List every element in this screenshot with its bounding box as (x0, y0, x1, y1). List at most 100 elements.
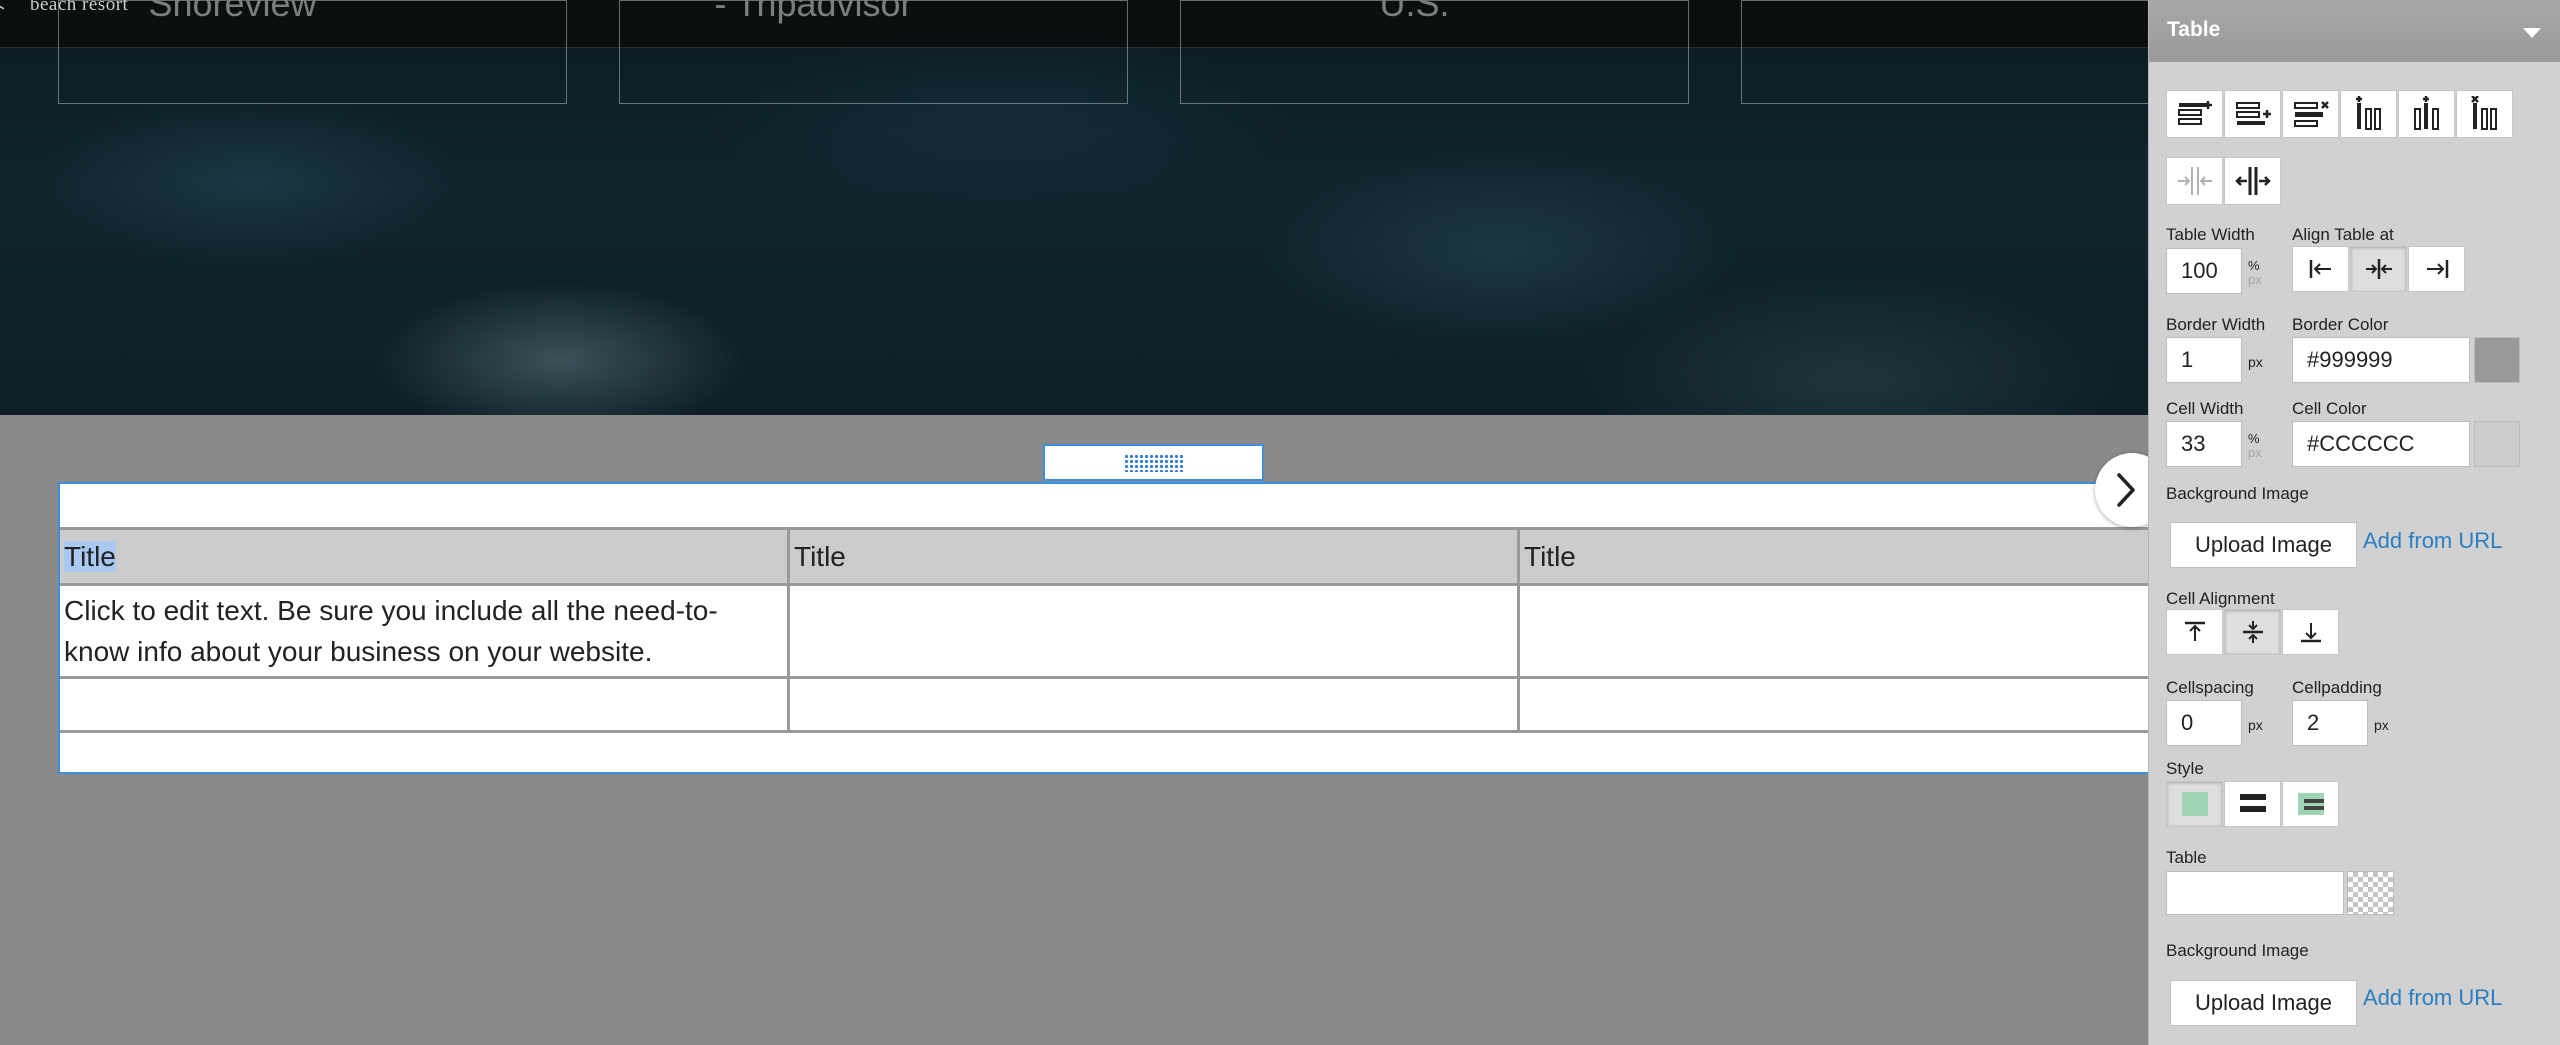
cell-width-input[interactable] (2166, 421, 2242, 467)
delete-row-button[interactable] (2282, 90, 2339, 138)
table-width-unit-toggle[interactable]: % px (2248, 259, 2262, 287)
split-cells-icon (2234, 167, 2271, 195)
cellpadding-input[interactable] (2292, 700, 2368, 746)
border-width-unit: px (2248, 354, 2263, 370)
table-color-input[interactable] (2166, 871, 2344, 915)
border-width-label: Border Width (2166, 315, 2266, 334)
insert-column-right-button[interactable] (2398, 90, 2455, 138)
table-cell[interactable]: Click to edit text. Be sure you include … (60, 586, 790, 676)
align-table-label: Align Table at (2292, 225, 2394, 244)
table-row: Click to edit text. Be sure you include … (60, 586, 2148, 679)
table-width-input[interactable] (2166, 248, 2242, 294)
style-toolbar (2166, 781, 2340, 827)
caret-down-icon[interactable] (2523, 28, 2541, 38)
table-drag-handle[interactable] (1043, 444, 1264, 481)
table-row (60, 679, 2148, 733)
unit-percent[interactable]: % (2248, 259, 2262, 273)
cellpadding-unit: px (2374, 717, 2389, 733)
table-header-cell[interactable]: Title (1520, 530, 2148, 583)
header-text[interactable]: Title (1524, 541, 1576, 572)
hero-box[interactable]: U.S. (1180, 0, 1689, 104)
header-text[interactable]: Title (794, 541, 846, 572)
background-image-label: Background Image (2166, 484, 2309, 503)
table-header-cell[interactable]: Title (60, 530, 790, 583)
valign-top-icon (2184, 621, 2205, 641)
align-right-button[interactable] (2408, 246, 2465, 292)
style-striped-icon (2239, 794, 2266, 812)
delete-row-icon (2293, 101, 2329, 127)
cell-width-unit-toggle[interactable]: % px (2248, 432, 2262, 460)
chevron-right-icon (2117, 473, 2135, 507)
insert-column-left-button[interactable] (2340, 90, 2397, 138)
align-table-toolbar (2292, 246, 2466, 292)
background-image-label: Background Image (2166, 941, 2309, 960)
hero-box-title: U.S. (1379, 0, 1450, 24)
style-solid-button[interactable] (2166, 781, 2223, 827)
border-color-swatch[interactable] (2474, 337, 2520, 383)
insert-column-right-icon (2413, 96, 2439, 130)
merge-cells-button[interactable] (2166, 157, 2223, 205)
insert-row-above-button[interactable] (2166, 90, 2223, 138)
style-label: Style (2166, 759, 2204, 778)
table-cell[interactable] (1520, 586, 2148, 676)
website-canvas: ⌁ beach resort Shoreview - Tripadvisor U… (0, 0, 2148, 1045)
unit-percent[interactable]: % (2248, 432, 2262, 446)
valign-top-button[interactable] (2166, 609, 2223, 655)
table-color-label: Table (2166, 848, 2207, 867)
table-width-label: Table Width (2166, 225, 2255, 244)
table-grid: Title Title Title Click to edit text. Be… (60, 527, 2148, 733)
drag-grip-icon (1123, 453, 1184, 472)
valign-bottom-icon (2300, 623, 2321, 643)
cell-alignment-label: Cell Alignment (2166, 589, 2275, 608)
cell-color-input[interactable] (2292, 421, 2470, 467)
table-cell[interactable] (790, 586, 1520, 676)
border-color-input[interactable] (2292, 337, 2470, 383)
style-striped-button[interactable] (2224, 781, 2281, 827)
cell-color-swatch[interactable] (2474, 421, 2520, 467)
insert-column-left-icon (2355, 96, 2381, 130)
cell-alignment-toolbar (2166, 609, 2340, 655)
hero-box-title: - Tripadvisor (714, 0, 913, 24)
cellspacing-unit: px (2248, 717, 2263, 733)
header-text-selected[interactable]: Title (64, 541, 116, 572)
hero-box-title: Shoreview (148, 0, 317, 24)
unit-px[interactable]: px (2248, 446, 2262, 460)
table-cell[interactable] (790, 679, 1520, 730)
style-header-button[interactable] (2282, 781, 2339, 827)
hero-box[interactable] (1741, 0, 2148, 104)
insert-row-below-button[interactable] (2224, 90, 2281, 138)
upload-image-button[interactable]: Upload Image (2170, 980, 2357, 1026)
border-width-input[interactable] (2166, 337, 2242, 383)
transparent-swatch[interactable] (2347, 871, 2394, 915)
align-center-icon (2365, 259, 2392, 279)
valign-middle-icon (2242, 621, 2263, 643)
insert-row-below-icon (2235, 102, 2271, 125)
style-header-icon (2297, 793, 2324, 815)
hero-box[interactable]: Shoreview (58, 0, 567, 104)
table-cell[interactable] (60, 679, 790, 730)
hero-box[interactable]: - Tripadvisor (619, 0, 1128, 104)
cell-color-label: Cell Color (2292, 399, 2367, 418)
add-from-url-link[interactable]: Add from URL (2363, 528, 2502, 554)
row-column-toolbar (2166, 90, 2514, 138)
table-cell[interactable] (1520, 679, 2148, 730)
split-cells-button[interactable] (2224, 157, 2281, 205)
merge-split-toolbar (2166, 157, 2282, 205)
table-header-row: Title Title Title (60, 530, 2148, 586)
add-from-url-link[interactable]: Add from URL (2363, 985, 2502, 1011)
upload-image-button[interactable]: Upload Image (2170, 522, 2357, 568)
align-left-icon (2309, 260, 2331, 278)
valign-bottom-button[interactable] (2282, 609, 2339, 655)
delete-column-button[interactable] (2456, 90, 2513, 138)
table-element[interactable]: Title Title Title Click to edit text. Be… (58, 482, 2148, 774)
align-left-button[interactable] (2292, 246, 2349, 292)
cellspacing-input[interactable] (2166, 700, 2242, 746)
align-center-button[interactable] (2350, 246, 2407, 292)
cellpadding-label: Cellpadding (2292, 678, 2382, 697)
valign-middle-button[interactable] (2224, 609, 2281, 655)
unit-px[interactable]: px (2248, 273, 2262, 287)
panel-header[interactable]: Table (2149, 0, 2560, 62)
insert-row-above-icon (2177, 101, 2212, 125)
table-header-cell[interactable]: Title (790, 530, 1520, 583)
style-solid-icon (2181, 792, 2208, 816)
